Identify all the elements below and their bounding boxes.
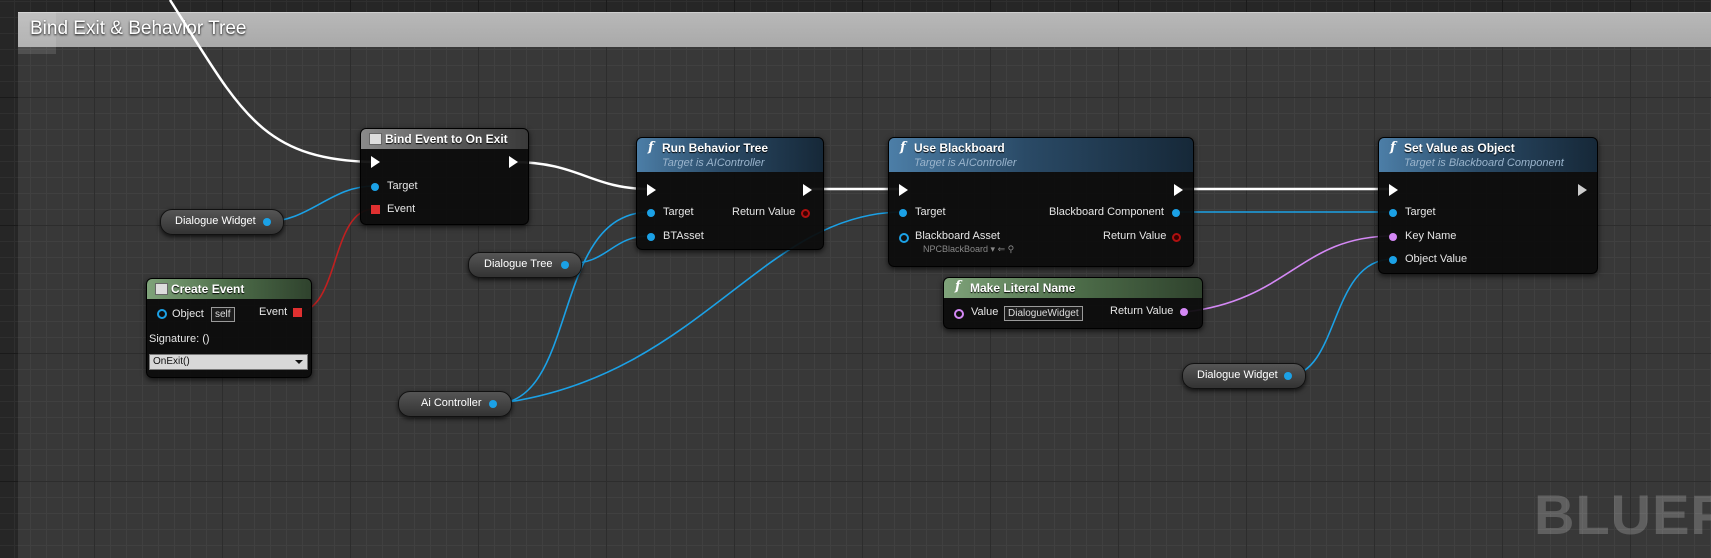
make-literal-name-node[interactable]: f Make Literal Name Value DialogueWidget… (943, 277, 1203, 329)
target-label: Target (1405, 206, 1436, 218)
value-pin[interactable] (954, 309, 964, 319)
blackboard-asset-select[interactable]: NPCBlackBoard ▾ ⇐ ⚲ (923, 244, 1014, 255)
node-title: Run Behavior Tree (662, 141, 769, 155)
node-title: Use Blackboard (914, 141, 1005, 155)
node-title: Set Value as Object (1404, 141, 1515, 155)
target-label: Target (663, 206, 694, 218)
exec-out-pin[interactable] (1578, 184, 1587, 196)
blackboard-component-pin[interactable] (1172, 209, 1180, 217)
event-delegate-pin[interactable] (371, 205, 380, 214)
function-select[interactable]: OnExit() (149, 354, 308, 370)
exec-out-pin[interactable] (509, 156, 518, 168)
variable-label: Dialogue Widget (1197, 369, 1278, 381)
target-pin[interactable] (647, 209, 655, 217)
target-pin[interactable] (899, 209, 907, 217)
exec-in-pin[interactable] (371, 156, 380, 168)
run-behavior-tree-node[interactable]: f Run Behavior Tree Target is AIControll… (636, 137, 824, 250)
function-icon: f (1390, 140, 1396, 155)
event-out-pin[interactable] (293, 308, 302, 317)
return-value-label: Return Value (732, 206, 796, 218)
variable-label: Dialogue Tree (484, 258, 553, 270)
variable-label: Ai Controller (421, 397, 482, 409)
event-icon (369, 133, 382, 145)
function-icon: f (648, 140, 654, 155)
node-subtitle: Target is Blackboard Component (1404, 157, 1564, 169)
target-label: Target (387, 180, 418, 192)
object-label: Object (172, 308, 204, 320)
node-subtitle: Target is AIController (662, 157, 765, 169)
return-value-pin[interactable] (1172, 233, 1181, 242)
target-pin[interactable] (1389, 209, 1397, 217)
function-icon: f (900, 140, 906, 155)
btasset-label: BTAsset (663, 230, 704, 242)
variable-label: Dialogue Widget (175, 215, 256, 227)
object-value-label: Object Value (1405, 253, 1468, 265)
function-icon: f (955, 279, 961, 294)
use-blackboard-node[interactable]: f Use Blackboard Target is AIController … (888, 137, 1194, 267)
browse-search-icon[interactable]: ⚲ (1008, 244, 1015, 254)
event-label: Event (259, 306, 288, 318)
return-value-pin[interactable] (801, 209, 810, 218)
blackboard-asset-label: Blackboard Asset (915, 230, 1000, 242)
exec-out-pin[interactable] (1174, 184, 1183, 196)
key-name-label: Key Name (1405, 230, 1457, 242)
dialogue-tree-getter[interactable]: Dialogue Tree (468, 252, 582, 278)
return-value-label: Return Value (1103, 230, 1167, 242)
chevron-down-icon (295, 360, 303, 364)
use-asset-arrow-icon[interactable]: ⇐ (998, 244, 1006, 254)
event-icon (155, 283, 168, 295)
node-title: Make Literal Name (970, 281, 1076, 295)
exec-in-pin[interactable] (899, 184, 908, 196)
blackboard-asset-value: NPCBlackBoard (923, 244, 989, 254)
key-name-pin[interactable] (1389, 233, 1397, 241)
node-title: Bind Event to On Exit (385, 132, 508, 146)
exec-wire-in (168, 0, 375, 164)
target-label: Target (915, 206, 946, 218)
ai-controller-getter[interactable]: Ai Controller (398, 391, 512, 417)
wire-name-to-keyname (1184, 235, 1394, 313)
node-title: Create Event (171, 282, 245, 296)
exec-out-pin[interactable] (803, 184, 812, 196)
value-label: Value (971, 306, 999, 318)
return-value-pin[interactable] (1180, 308, 1188, 316)
exec-wire-bind-to-run (511, 160, 651, 191)
node-subtitle: Target is AIController (914, 157, 1017, 169)
variable-out-pin[interactable] (1284, 372, 1292, 380)
dialogue-widget-getter[interactable]: Dialogue Widget (160, 209, 284, 235)
bind-event-node[interactable]: Bind Event to On Exit Target Event (360, 128, 529, 225)
object-value-pin[interactable] (1389, 256, 1397, 264)
object-pin[interactable] (157, 309, 167, 319)
object-self-field[interactable]: self (211, 307, 235, 322)
blackboard-component-label: Blackboard Component (1049, 206, 1164, 218)
function-select-value: OnExit() (153, 356, 190, 367)
variable-out-pin[interactable] (489, 400, 497, 408)
exec-in-pin[interactable] (1389, 184, 1398, 196)
wire-widget-to-object-value (1289, 258, 1394, 377)
return-value-label: Return Value (1110, 305, 1174, 317)
create-event-node[interactable]: Create Event Object self Event Signature… (146, 278, 312, 378)
target-pin[interactable] (371, 183, 379, 191)
event-label: Event (387, 203, 416, 215)
chevron-down-icon: ▾ (990, 244, 996, 254)
set-value-as-object-node[interactable]: f Set Value as Object Target is Blackboa… (1378, 137, 1598, 274)
dialogue-widget-getter-2[interactable]: Dialogue Widget (1182, 363, 1306, 389)
exec-in-pin[interactable] (647, 184, 656, 196)
variable-out-pin[interactable] (561, 261, 569, 269)
signature-label: Signature: () (149, 333, 210, 345)
blackboard-asset-pin[interactable] (899, 233, 909, 243)
literal-name-input[interactable]: DialogueWidget (1004, 306, 1083, 321)
variable-out-pin[interactable] (263, 218, 271, 226)
btasset-pin[interactable] (647, 233, 655, 241)
